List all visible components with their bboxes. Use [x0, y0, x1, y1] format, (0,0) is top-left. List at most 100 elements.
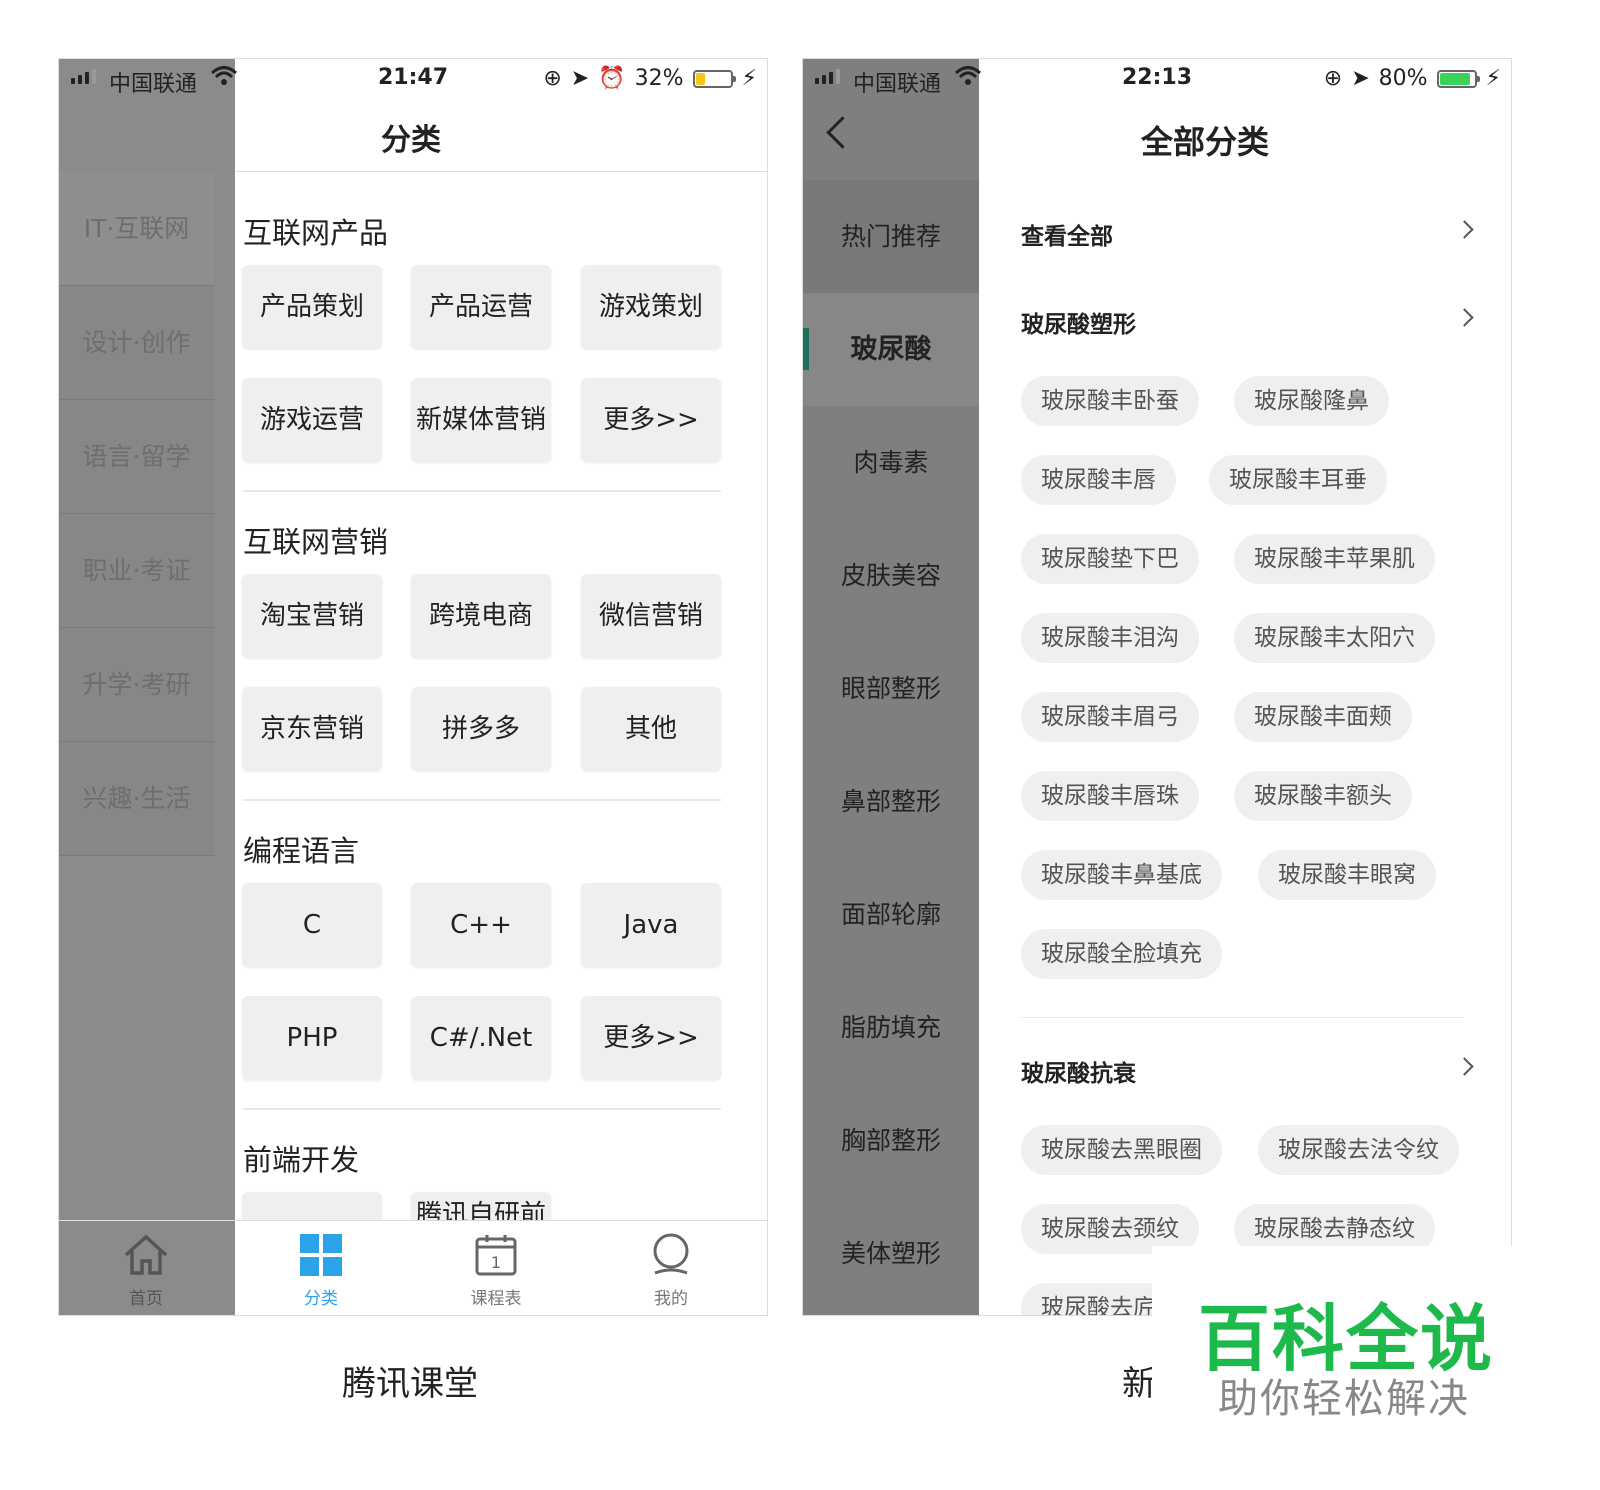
sidebar-item-exam[interactable]: 升学·考研: [59, 628, 214, 742]
tag-chip[interactable]: 玻尿酸丰额头: [1234, 771, 1412, 821]
more-button[interactable]: 更多>>: [581, 378, 721, 462]
view-all-row[interactable]: 查看全部: [1021, 217, 1474, 257]
group-row-anti-aging[interactable]: 玻尿酸抗衰: [1021, 1054, 1474, 1094]
sidebar-item-it[interactable]: IT·互联网: [59, 172, 214, 286]
category-button[interactable]: 淘宝营销: [242, 574, 382, 658]
sidebar-item-language[interactable]: 语言·留学: [59, 400, 214, 514]
tag-chip[interactable]: 玻尿酸垫下巴: [1021, 534, 1199, 584]
category-button[interactable]: Java: [581, 883, 721, 967]
rotation-lock-icon: ⊕: [1323, 66, 1343, 91]
section-divider: [243, 1108, 721, 1110]
category-button[interactable]: 微信营销: [581, 574, 721, 658]
tag-chip[interactable]: 玻尿酸丰鼻基底: [1021, 850, 1222, 900]
tab-category[interactable]: 分类: [271, 1233, 371, 1309]
group-divider: [1021, 1017, 1463, 1018]
tab-label: 课程表: [470, 1289, 522, 1309]
sidebar-item-fat[interactable]: 脂肪填充: [803, 971, 979, 1084]
chevron-right-icon: [1455, 308, 1474, 327]
tab-mine[interactable]: 我的: [621, 1233, 721, 1309]
location-icon: ➤: [1351, 66, 1370, 91]
calendar-icon: 1: [474, 1235, 518, 1282]
tab-home[interactable]: 首页: [96, 1233, 196, 1309]
tab-label: 分类: [304, 1289, 338, 1309]
status-bar: 中国联通 22:13 ⊕ ➤ 80% ⚡: [803, 59, 1511, 99]
tag-chip[interactable]: 玻尿酸隆鼻: [1234, 376, 1389, 426]
sidebar-item-hobby[interactable]: 兴趣·生活: [59, 742, 214, 856]
view-all-label: 查看全部: [1021, 224, 1113, 250]
tag-chip[interactable]: 玻尿酸丰面颊: [1234, 692, 1412, 742]
sidebar-item-hot[interactable]: 热门推荐: [803, 180, 979, 293]
category-sidebar: 热门推荐 玻尿酸 肉毒素 皮肤美容 眼部整形 鼻部整形 面部轮廓 脂肪填充 胸部…: [803, 59, 979, 1315]
category-button[interactable]: 新媒体营销: [411, 378, 551, 462]
nav-bar: 分类: [235, 99, 767, 172]
tab-schedule[interactable]: 1 课程表: [446, 1233, 546, 1309]
chevron-right-icon: [1455, 1057, 1474, 1076]
tag-chip[interactable]: 玻尿酸丰眉弓: [1021, 692, 1199, 742]
category-button[interactable]: 游戏策划: [581, 265, 721, 349]
alarm-icon: ⏰: [598, 66, 626, 91]
tag-chip[interactable]: 玻尿酸丰眼窝: [1258, 850, 1436, 900]
category-button[interactable]: C++: [411, 883, 551, 967]
tag-chip[interactable]: 玻尿酸去黑眼圈: [1021, 1125, 1222, 1175]
sidebar-item-nose[interactable]: 鼻部整形: [803, 745, 979, 858]
battery-icon: [1436, 69, 1480, 88]
tag-chip[interactable]: 玻尿酸丰唇: [1021, 455, 1176, 505]
tag-chip[interactable]: 玻尿酸丰耳垂: [1209, 455, 1387, 505]
battery-percent: 80%: [1378, 66, 1428, 91]
page-title: 分类: [381, 123, 441, 158]
category-button[interactable]: C#/.Net: [411, 996, 551, 1080]
category-button[interactable]: 产品策划: [242, 265, 382, 349]
sidebar-item-eye[interactable]: 眼部整形: [803, 632, 979, 745]
sidebar-item-body[interactable]: 美体塑形: [803, 1197, 979, 1310]
charging-icon: ⚡: [741, 66, 757, 91]
more-button[interactable]: 更多>>: [581, 996, 721, 1080]
home-icon: [122, 1234, 170, 1282]
battery-percent: 32%: [634, 66, 684, 91]
charging-icon: ⚡: [1485, 66, 1501, 91]
category-button[interactable]: C: [242, 883, 382, 967]
sidebar-item-hyaluronic[interactable]: 玻尿酸: [803, 293, 979, 406]
tab-label: 首页: [129, 1289, 163, 1309]
section-divider: [243, 799, 721, 801]
sidebar-item-skin[interactable]: 皮肤美容: [803, 519, 979, 632]
all-categories-screen: 热门推荐 玻尿酸 肉毒素 皮肤美容 眼部整形 鼻部整形 面部轮廓 脂肪填充 胸部…: [802, 58, 1512, 1316]
section-divider: [243, 490, 721, 492]
tag-chip[interactable]: 玻尿酸丰苹果肌: [1234, 534, 1435, 584]
location-icon: ➤: [570, 66, 590, 91]
category-button[interactable]: [242, 1192, 382, 1221]
section-title-internet-marketing: 互联网营销: [243, 525, 389, 559]
category-button[interactable]: PHP: [242, 996, 382, 1080]
category-sidebar: IT·互联网 设计·创作 语言·留学 职业·考证 升学·考研 兴趣·生活: [59, 59, 235, 1315]
category-button[interactable]: 拼多多: [411, 687, 551, 771]
category-button[interactable]: 其他: [581, 687, 721, 771]
battery-icon: [692, 69, 736, 88]
section-title-internet-product: 互联网产品: [243, 216, 389, 250]
tencent-classroom-screen: IT·互联网 设计·创作 语言·留学 职业·考证 升学·考研 兴趣·生活 中国联…: [58, 58, 768, 1316]
tab-bar: 首页 分类 1 课程表 我的: [59, 1220, 767, 1315]
category-button[interactable]: 腾讯自研前: [411, 1192, 551, 1221]
chevron-right-icon: [1455, 220, 1474, 239]
sidebar-item-design[interactable]: 设计·创作: [59, 286, 214, 400]
group-title: 玻尿酸塑形: [1021, 312, 1136, 338]
calendar-day: 1: [491, 1253, 501, 1272]
category-button[interactable]: 跨境电商: [411, 574, 551, 658]
sidebar-item-career[interactable]: 职业·考证: [59, 514, 214, 628]
tag-chip[interactable]: 玻尿酸丰卧蚕: [1021, 376, 1199, 426]
sidebar-item-botox[interactable]: 肉毒素: [803, 406, 979, 519]
tag-chip[interactable]: 玻尿酸全脸填充: [1021, 929, 1222, 979]
status-bar: 中国联通 21:47 ⊕ ➤ ⏰ 32% ⚡: [59, 59, 767, 99]
group-title: 玻尿酸抗衰: [1021, 1061, 1136, 1087]
user-icon: [649, 1233, 693, 1282]
tag-chip[interactable]: 玻尿酸去法令纹: [1258, 1125, 1459, 1175]
category-button[interactable]: 产品运营: [411, 265, 551, 349]
tag-chip[interactable]: 玻尿酸丰太阳穴: [1234, 613, 1435, 663]
tag-chip[interactable]: 玻尿酸丰泪沟: [1021, 613, 1199, 663]
category-button[interactable]: 京东营销: [242, 687, 382, 771]
group-row-shaping[interactable]: 玻尿酸塑形: [1021, 305, 1474, 345]
tag-chip[interactable]: 玻尿酸丰唇珠: [1021, 771, 1199, 821]
watermark-slogan: 助你轻松解决: [1218, 1376, 1470, 1422]
category-button[interactable]: 游戏运营: [242, 378, 382, 462]
grid-icon: [299, 1234, 343, 1282]
sidebar-item-chest[interactable]: 胸部整形: [803, 1084, 979, 1197]
sidebar-item-face[interactable]: 面部轮廓: [803, 858, 979, 971]
